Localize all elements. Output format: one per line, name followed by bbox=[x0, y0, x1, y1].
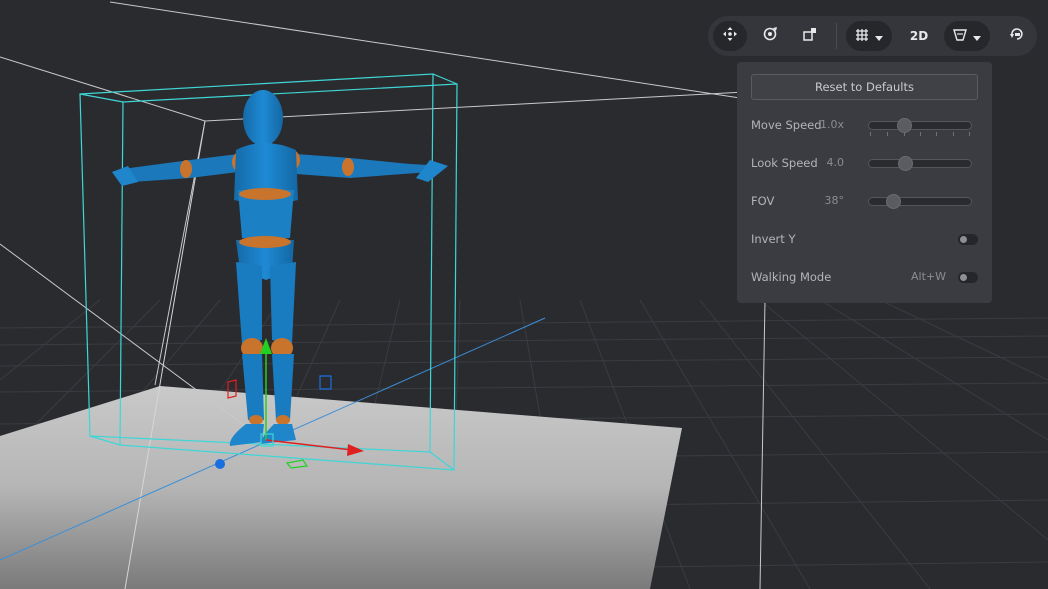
scale-tool-button[interactable] bbox=[793, 21, 827, 51]
grid-dropdown-button[interactable] bbox=[846, 21, 892, 51]
look-speed-row: Look Speed 4.0 bbox=[751, 154, 978, 174]
chevron-down-icon bbox=[973, 27, 981, 46]
fov-slider[interactable] bbox=[868, 194, 972, 209]
floor-plane bbox=[0, 386, 682, 589]
move-speed-slider[interactable] bbox=[868, 118, 972, 136]
reset-to-defaults-button[interactable]: Reset to Defaults bbox=[751, 74, 978, 100]
toolbar-separator bbox=[836, 23, 837, 49]
camera-reset-button[interactable] bbox=[1000, 21, 1034, 51]
look-speed-slider[interactable] bbox=[868, 156, 972, 171]
toggle-knob bbox=[960, 236, 967, 243]
invert-y-label: Invert Y bbox=[751, 232, 796, 246]
slider-thumb[interactable] bbox=[898, 156, 914, 171]
slider-thumb[interactable] bbox=[885, 194, 901, 209]
look-speed-value: 4.0 bbox=[826, 156, 845, 169]
shading-dropdown-button[interactable] bbox=[944, 21, 990, 51]
walking-mode-toggle[interactable] bbox=[958, 272, 978, 283]
chevron-down-icon bbox=[875, 27, 883, 46]
walking-mode-row: Walking Mode Alt+W bbox=[751, 268, 978, 288]
fov-label: FOV bbox=[751, 194, 775, 208]
camera-reset-icon bbox=[1009, 26, 1025, 46]
grid-icon bbox=[855, 27, 869, 46]
slider-ticks bbox=[868, 132, 972, 137]
viewport-toolbar: 2D bbox=[708, 16, 1037, 56]
invert-y-toggle[interactable] bbox=[958, 234, 978, 245]
orbit-icon bbox=[762, 26, 778, 46]
toggle-knob bbox=[960, 274, 967, 281]
view-2d-label: 2D bbox=[909, 29, 929, 43]
orbit-tool-button[interactable] bbox=[753, 21, 787, 51]
move-speed-row: Move Speed 1.0x bbox=[751, 116, 978, 136]
move-tool-button[interactable] bbox=[713, 21, 747, 51]
view-2d-button[interactable]: 2D bbox=[902, 21, 936, 51]
slider-thumb[interactable] bbox=[897, 118, 913, 133]
move-speed-label: Move Speed bbox=[751, 118, 822, 132]
move-arrows-icon bbox=[722, 26, 738, 46]
move-speed-value: 1.0x bbox=[819, 118, 844, 131]
camera-settings-panel: Reset to Defaults Move Speed 1.0x Look S… bbox=[737, 62, 992, 303]
scale-icon bbox=[802, 26, 818, 46]
walking-mode-shortcut: Alt+W bbox=[911, 270, 946, 283]
slider-track bbox=[868, 121, 972, 130]
walking-mode-label: Walking Mode bbox=[751, 270, 832, 284]
shading-icon bbox=[953, 27, 967, 46]
3d-viewport[interactable]: 2D Reset to Defaults Move Speed 1.0x Loo… bbox=[0, 0, 1048, 589]
fov-value: 38° bbox=[824, 194, 845, 207]
slider-track bbox=[868, 197, 972, 206]
slider-track bbox=[868, 159, 972, 168]
invert-y-row: Invert Y bbox=[751, 230, 978, 250]
fov-row: FOV 38° bbox=[751, 192, 978, 212]
look-speed-label: Look Speed bbox=[751, 156, 818, 170]
